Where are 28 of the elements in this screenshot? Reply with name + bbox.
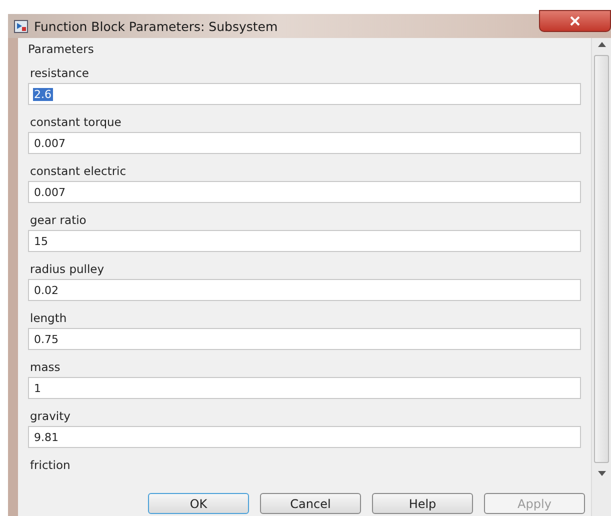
parameter-field[interactable]: 1 (28, 377, 581, 399)
parameter-label: length (30, 310, 68, 327)
close-button[interactable] (539, 10, 611, 32)
parameter-field[interactable]: 0.007 (28, 181, 581, 203)
parameter-field[interactable]: 2.6 (28, 83, 581, 105)
parameter-label: friction (30, 457, 72, 474)
parameter-field[interactable]: 0.02 (28, 279, 581, 301)
dialog-button[interactable]: OK (148, 493, 249, 514)
parameter-label: constant electric (30, 163, 128, 180)
parameter-field[interactable]: 0.007 (28, 132, 581, 154)
parameter-field[interactable]: 0.75 (28, 328, 581, 350)
parameter-label: mass (30, 359, 62, 376)
close-icon (570, 16, 580, 26)
parameter-label: gravity (30, 408, 72, 425)
scroll-down-icon[interactable] (598, 471, 606, 476)
scrollbar[interactable] (591, 38, 611, 516)
app-icon (14, 20, 28, 32)
parameter-label: constant torque (30, 114, 122, 131)
dialog-button[interactable]: Help (372, 493, 473, 514)
parameter-field[interactable]: 15 (28, 230, 581, 252)
parameter-label: resistance (30, 65, 90, 82)
window-title: Function Block Parameters: Subsystem (34, 18, 278, 34)
section-title: Parameters (28, 42, 95, 58)
scroll-up-icon[interactable] (598, 42, 606, 47)
parameter-label: radius pulley (30, 261, 106, 278)
parameter-label: gear ratio (30, 212, 88, 229)
dialog-button[interactable]: Cancel (260, 493, 361, 514)
parameter-field[interactable]: 9.81 (28, 426, 581, 448)
